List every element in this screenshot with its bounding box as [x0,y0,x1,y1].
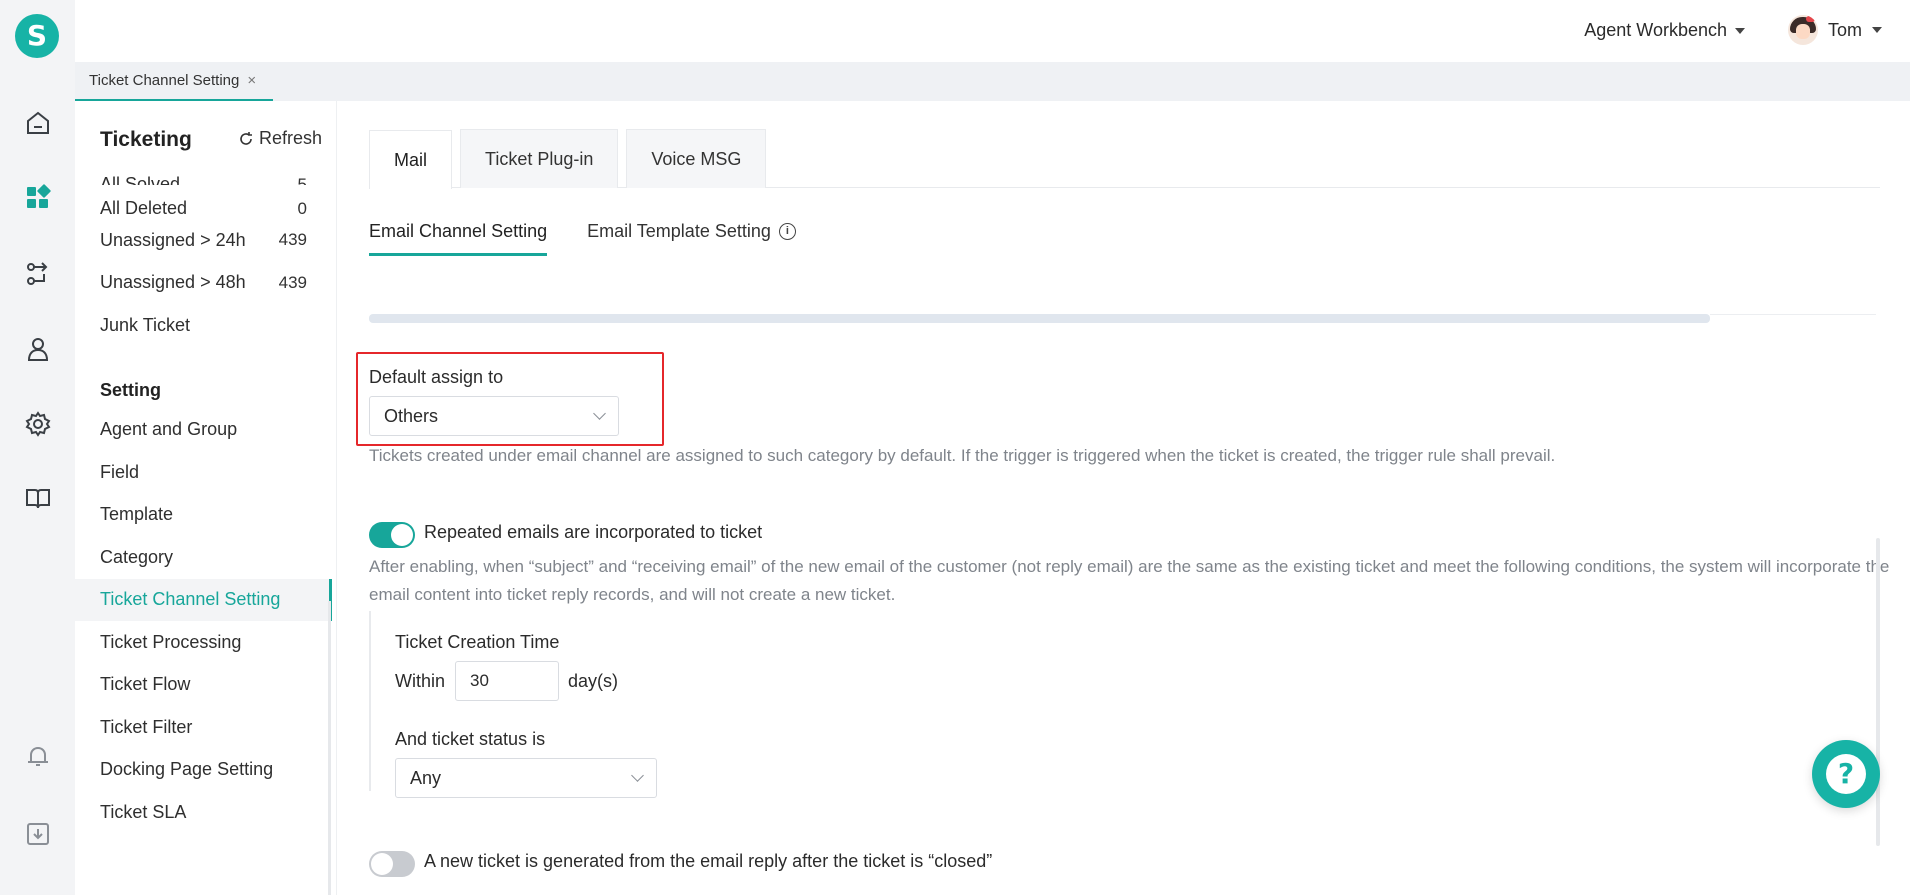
sidebar-item-all-solved[interactable]: All Solved 5 [75,163,332,185]
page-tab-strip: Ticket Channel Setting × [75,62,1910,101]
sidebar-list: All Solved 5 All Deleted 0 Unassigned > … [75,163,332,834]
select-value: Any [410,767,442,788]
knowledge-book-icon[interactable] [22,482,54,514]
sidebar-item-label: Field [100,461,140,482]
condition-group-line [369,611,371,791]
tab-label: Email Template Setting [587,221,771,241]
refresh-icon [240,131,252,145]
sidebar-item-docking-page-setting[interactable]: Docking Page Setting [75,749,332,792]
tab-ticket-plug-in[interactable]: Ticket Plug-in [460,129,619,188]
sidebar-item-ticket-processing[interactable]: Ticket Processing [75,621,332,664]
within-label: Within [395,671,446,691]
select-value: Others [384,405,439,426]
sidebar-item-all-deleted[interactable]: All Deleted 0 [75,185,332,219]
sidebar-item-count: 0 [297,199,307,218]
sidebar-item-unassigned-48h[interactable]: Unassigned > 48h 439 [75,262,332,305]
workspace-switcher[interactable]: Agent Workbench [1584,20,1745,41]
sidebar-item-count: 5 [297,175,307,185]
app-logo[interactable]: S [15,14,59,58]
repeated-emails-toggle[interactable] [369,522,415,548]
ticket-status-label: And ticket status is [395,729,546,749]
sidebar-item-label: All Deleted [100,198,188,218]
default-assign-select[interactable]: Others [369,396,619,436]
sidebar-item-label: Template [100,504,174,525]
sidebar-item-ticket-filter[interactable]: Ticket Filter [75,706,332,749]
repeated-emails-label: Repeated emails are incorporated to tick… [424,522,763,542]
sidebar-item-count: 439 [278,230,307,250]
main-content: Mail Ticket Plug-in Voice MSG Email Chan… [337,101,1910,895]
divider [1710,314,1876,315]
settings-gear-icon[interactable] [22,408,54,440]
close-icon[interactable]: × [247,72,256,89]
tab-voice-msg[interactable]: Voice MSG [626,129,767,188]
help-button[interactable]: ? [1812,740,1880,808]
ticket-creation-time-label: Ticket Creation Time [395,632,560,652]
channel-tabs: Mail Ticket Plug-in Voice MSG [369,129,1880,189]
sidebar-item-label: Unassigned > 24h [100,229,246,250]
closed-reply-toggle[interactable] [369,851,415,877]
sidebar-item-unassigned-24h[interactable]: Unassigned > 24h 439 [75,219,332,262]
horizontal-scrollbar[interactable] [369,314,1710,323]
flow-icon[interactable] [22,258,54,290]
help-icon: ? [1826,754,1866,794]
chevron-down-icon [1735,27,1745,34]
chevron-down-icon [631,769,644,782]
refresh-label: Refresh [258,128,322,148]
user-name: Tom [1827,19,1862,40]
sidebar-item-label: Ticket SLA [100,801,187,822]
refresh-button[interactable]: Refresh [238,128,322,149]
sidebar-item-label: Ticket Flow [100,674,191,695]
notification-bell-icon[interactable] [22,740,54,772]
page-tab-ticket-channel-setting[interactable]: Ticket Channel Setting × [75,62,273,101]
closed-reply-label: A new ticket is generated from the email… [424,851,993,871]
sidebar-item-label: Docking Page Setting [100,759,274,780]
workspace-label: Agent Workbench [1584,20,1727,40]
download-folder-icon[interactable] [22,818,54,850]
sidebar-item-label: Ticket Filter [100,716,193,737]
chevron-down-icon [593,407,606,420]
agent-icon[interactable] [22,333,54,365]
sidebar-title: Ticketing [100,128,192,151]
default-assign-label: Default assign to [369,367,504,387]
sidebar-item-label: Unassigned > 48h [100,272,246,293]
dashboard-icon[interactable] [22,182,54,214]
sidebar-item-label: Ticket Processing [100,631,242,652]
sidebar-item-template[interactable]: Template [75,494,332,537]
chevron-down-icon [1872,27,1882,33]
sidebar-section-setting: Setting [100,379,161,400]
ticket-status-select[interactable]: Any [395,758,657,798]
tab-mail[interactable]: Mail [369,130,453,189]
home-icon[interactable] [22,107,54,139]
info-icon[interactable]: i [778,223,796,240]
within-days-input[interactable]: 30 [455,661,559,701]
default-assign-help: Tickets created under email channel are … [369,446,1556,465]
sidebar-item-category[interactable]: Category [75,536,332,579]
sidebar-item-label: Junk Ticket [100,314,191,335]
sidebar-item-ticket-channel-setting[interactable]: Ticket Channel Setting [75,578,332,621]
sidebar-item-label: All Solved [100,174,181,185]
sidebar-item-count: 439 [278,272,307,292]
sidebar-scrollbar[interactable] [328,601,331,895]
sidebar-item-label: Category [100,546,174,567]
repeated-emails-help: After enabling, when “subject” and “rece… [369,557,1890,604]
ticketing-sidebar: Ticketing Refresh All Solved 5 All Delet… [75,101,337,895]
sidebar-item-agent-and-group[interactable]: Agent and Group [75,409,332,452]
user-menu[interactable]: Tom [1787,15,1882,45]
sidebar-item-ticket-sla[interactable]: Ticket SLA [75,791,332,834]
sidebar-item-label: Ticket Channel Setting [100,589,281,610]
sidebar-item-field[interactable]: Field [75,451,332,494]
sidebar-item-ticket-flow[interactable]: Ticket Flow [75,664,332,707]
avatar [1787,15,1818,45]
tab-email-template-setting[interactable]: Email Template Setting i [587,221,796,256]
icon-rail: S [0,0,75,895]
email-sub-tabs: Email Channel Setting Email Template Set… [369,221,796,256]
page-tab-label: Ticket Channel Setting [89,72,240,89]
top-bar: Agent Workbench Tom [75,0,1910,62]
sidebar-item-label: Agent and Group [100,419,238,440]
tab-label: Email Channel Setting [369,221,548,241]
days-unit-label: day(s) [568,671,619,691]
sidebar-item-junk-ticket[interactable]: Junk Ticket [75,304,332,347]
vertical-scrollbar[interactable] [1876,538,1880,846]
tab-email-channel-setting[interactable]: Email Channel Setting [369,221,548,256]
